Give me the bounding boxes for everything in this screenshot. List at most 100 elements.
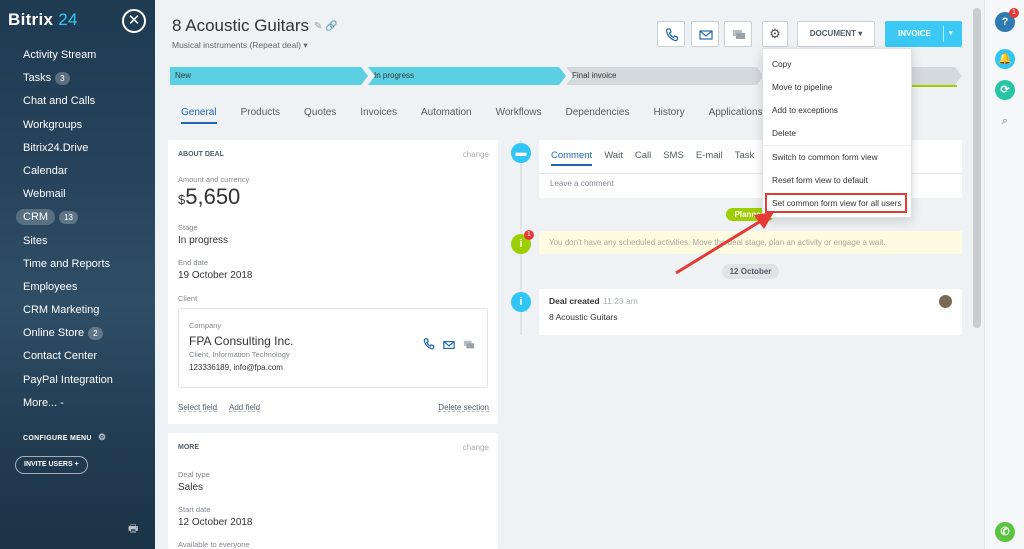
tab-task[interactable]: Task bbox=[735, 150, 755, 164]
company-label: Company bbox=[189, 321, 222, 330]
envelope-icon bbox=[699, 30, 713, 40]
change-link[interactable]: change bbox=[463, 150, 489, 159]
chat-button[interactable] bbox=[724, 21, 752, 47]
menu-item-switch-common-view[interactable]: Switch to common form view bbox=[772, 152, 878, 162]
tab-call[interactable]: Call bbox=[635, 150, 651, 164]
invoice-button[interactable]: INVOICE ▾ bbox=[885, 21, 962, 47]
stage-value: In progress bbox=[178, 235, 229, 246]
comment-input[interactable]: Leave a comment bbox=[550, 179, 614, 188]
tab-products[interactable]: Products bbox=[241, 107, 280, 122]
email-button[interactable] bbox=[691, 21, 719, 47]
deal-created-title: Deal created bbox=[549, 296, 600, 306]
menu-item-reset-form-view[interactable]: Reset form view to default bbox=[772, 175, 868, 185]
tab-history[interactable]: History bbox=[653, 107, 684, 122]
sidebar-item-online-store[interactable]: Online Store 2 bbox=[0, 322, 155, 345]
sidebar-item-tasks[interactable]: Tasks 3 bbox=[0, 67, 155, 90]
tab-workflows[interactable]: Workflows bbox=[496, 107, 542, 122]
help-count-badge: 1 bbox=[1009, 8, 1019, 18]
close-icon[interactable]: ✕ bbox=[122, 9, 146, 33]
configure-menu-button[interactable]: CONFIGURE MENU ⚙ bbox=[23, 432, 106, 443]
tab-sms[interactable]: SMS bbox=[663, 150, 684, 164]
menu-item-add-to-exceptions[interactable]: Add to exceptions bbox=[772, 105, 838, 115]
pipeline-subtitle[interactable]: Musical instruments (Repeat deal) ▾ bbox=[172, 40, 308, 51]
printer-icon[interactable]: 🖶 bbox=[128, 520, 138, 539]
info-icon: i bbox=[511, 292, 531, 312]
tab-applications[interactable]: Applications bbox=[709, 107, 763, 122]
deal-created-time: 11:23 am bbox=[603, 296, 638, 306]
about-deal-panel: ABOUT DEAL change Amount and currency $5… bbox=[168, 140, 498, 424]
deal-tabs: General Products Quotes Invoices Automation W… bbox=[181, 107, 787, 124]
edit-icon[interactable]: ✎ bbox=[314, 21, 322, 32]
available-label: Available to everyone bbox=[178, 540, 250, 549]
sidebar-item-sites[interactable]: Sites bbox=[0, 230, 155, 253]
sidebar-item-time-reports[interactable]: Time and Reports bbox=[0, 253, 155, 276]
link-icon[interactable]: 🔗 bbox=[325, 21, 337, 32]
tab-comment[interactable]: Comment bbox=[551, 150, 593, 166]
sidebar-item-crm-marketing[interactable]: CRM Marketing bbox=[0, 299, 155, 322]
sidebar-item-employees[interactable]: Employees bbox=[0, 276, 155, 299]
notice-count-badge: 1 bbox=[524, 230, 534, 240]
sidebar-item-more[interactable]: More... - bbox=[0, 392, 155, 415]
chat-icon[interactable] bbox=[463, 339, 475, 351]
phone-icon[interactable]: ✆ bbox=[995, 522, 1015, 542]
tab-dependencies[interactable]: Dependencies bbox=[566, 107, 630, 122]
deal-created-name[interactable]: 8 Acoustic Guitars bbox=[549, 312, 618, 322]
sidebar-item-contact-center[interactable]: Contact Center bbox=[0, 345, 155, 368]
menu-item-delete[interactable]: Delete bbox=[772, 128, 796, 138]
sidebar-item-workgroups[interactable]: Workgroups bbox=[0, 114, 155, 137]
stage-final-invoice[interactable]: Final invoice bbox=[566, 67, 764, 85]
comment-icon: ▬ bbox=[511, 143, 531, 163]
app-logo[interactable]: Bitrix 24 bbox=[8, 10, 78, 30]
tab-wait[interactable]: Wait bbox=[604, 150, 623, 164]
envelope-icon[interactable] bbox=[443, 339, 455, 351]
sidebar-item-chat[interactable]: Chat and Calls bbox=[0, 90, 155, 113]
company-type: Client, Information Technology bbox=[189, 350, 290, 359]
company-name[interactable]: FPA Consulting Inc. bbox=[189, 334, 294, 348]
tab-email[interactable]: E-mail bbox=[696, 150, 723, 164]
bell-icon[interactable]: 🔔 bbox=[995, 49, 1015, 69]
sync-icon[interactable]: ⟳ bbox=[995, 80, 1015, 100]
menu-item-copy[interactable]: Copy bbox=[772, 59, 791, 69]
sidebar-item-calendar[interactable]: Calendar bbox=[0, 160, 155, 183]
tab-invoices[interactable]: Invoices bbox=[360, 107, 397, 122]
phone-icon[interactable] bbox=[423, 338, 435, 350]
annotation-arrow bbox=[675, 212, 774, 275]
delete-section-link[interactable]: Delete section bbox=[438, 403, 489, 412]
start-date-value: 12 October 2018 bbox=[178, 517, 253, 528]
tab-quotes[interactable]: Quotes bbox=[304, 107, 336, 122]
select-field-link[interactable]: Select field bbox=[178, 403, 217, 412]
stage-new[interactable]: New bbox=[170, 67, 368, 85]
change-link[interactable]: change bbox=[463, 443, 489, 452]
start-date-label: Start date bbox=[178, 505, 211, 514]
search-icon[interactable]: ⌕ bbox=[995, 111, 1015, 131]
scrollbar[interactable] bbox=[973, 8, 981, 328]
deal-type-label: Deal type bbox=[178, 470, 210, 479]
call-button[interactable] bbox=[657, 21, 685, 47]
settings-button[interactable]: ⚙ bbox=[762, 21, 788, 47]
sidebar-item-crm[interactable]: CRM 13 bbox=[0, 206, 155, 229]
more-panel: MORE change Deal type Sales Start date 1… bbox=[168, 433, 498, 549]
sidebar-item-drive[interactable]: Bitrix24.Drive bbox=[0, 137, 155, 160]
end-date-value: 19 October 2018 bbox=[178, 270, 253, 281]
sidebar-item-paypal[interactable]: PayPal Integration bbox=[0, 369, 155, 392]
sidebar-item-webmail[interactable]: Webmail bbox=[0, 183, 155, 206]
amount-label: Amount and currency bbox=[178, 175, 250, 184]
sidebar-menu: Activity Stream Tasks 3 Chat and Calls Wo… bbox=[0, 44, 155, 415]
gear-icon: ⚙ bbox=[769, 26, 781, 41]
chat-icon bbox=[733, 30, 745, 39]
company-contact: 123336189, info@fpa.com bbox=[189, 363, 283, 372]
section-title: ABOUT DEAL bbox=[178, 151, 224, 158]
menu-item-move-to-pipeline[interactable]: Move to pipeline bbox=[772, 82, 832, 92]
chevron-down-icon[interactable]: ▾ bbox=[949, 21, 953, 47]
sidebar-item-activity-stream[interactable]: Activity Stream bbox=[0, 44, 155, 67]
avatar[interactable] bbox=[939, 295, 952, 308]
tab-automation[interactable]: Automation bbox=[421, 107, 472, 122]
tab-general[interactable]: General bbox=[181, 107, 217, 124]
add-field-link[interactable]: Add field bbox=[229, 403, 260, 412]
invite-users-button[interactable]: INVITE USERS + bbox=[15, 456, 88, 474]
phone-icon bbox=[665, 28, 679, 42]
tasks-count-badge: 3 bbox=[55, 71, 70, 85]
stage-in-progress[interactable]: In progress bbox=[368, 67, 566, 85]
document-button[interactable]: DOCUMENT ▾ bbox=[797, 21, 875, 47]
right-rail: ? 1 🔔 ⟳ ⌕ ✆ bbox=[984, 0, 1024, 549]
